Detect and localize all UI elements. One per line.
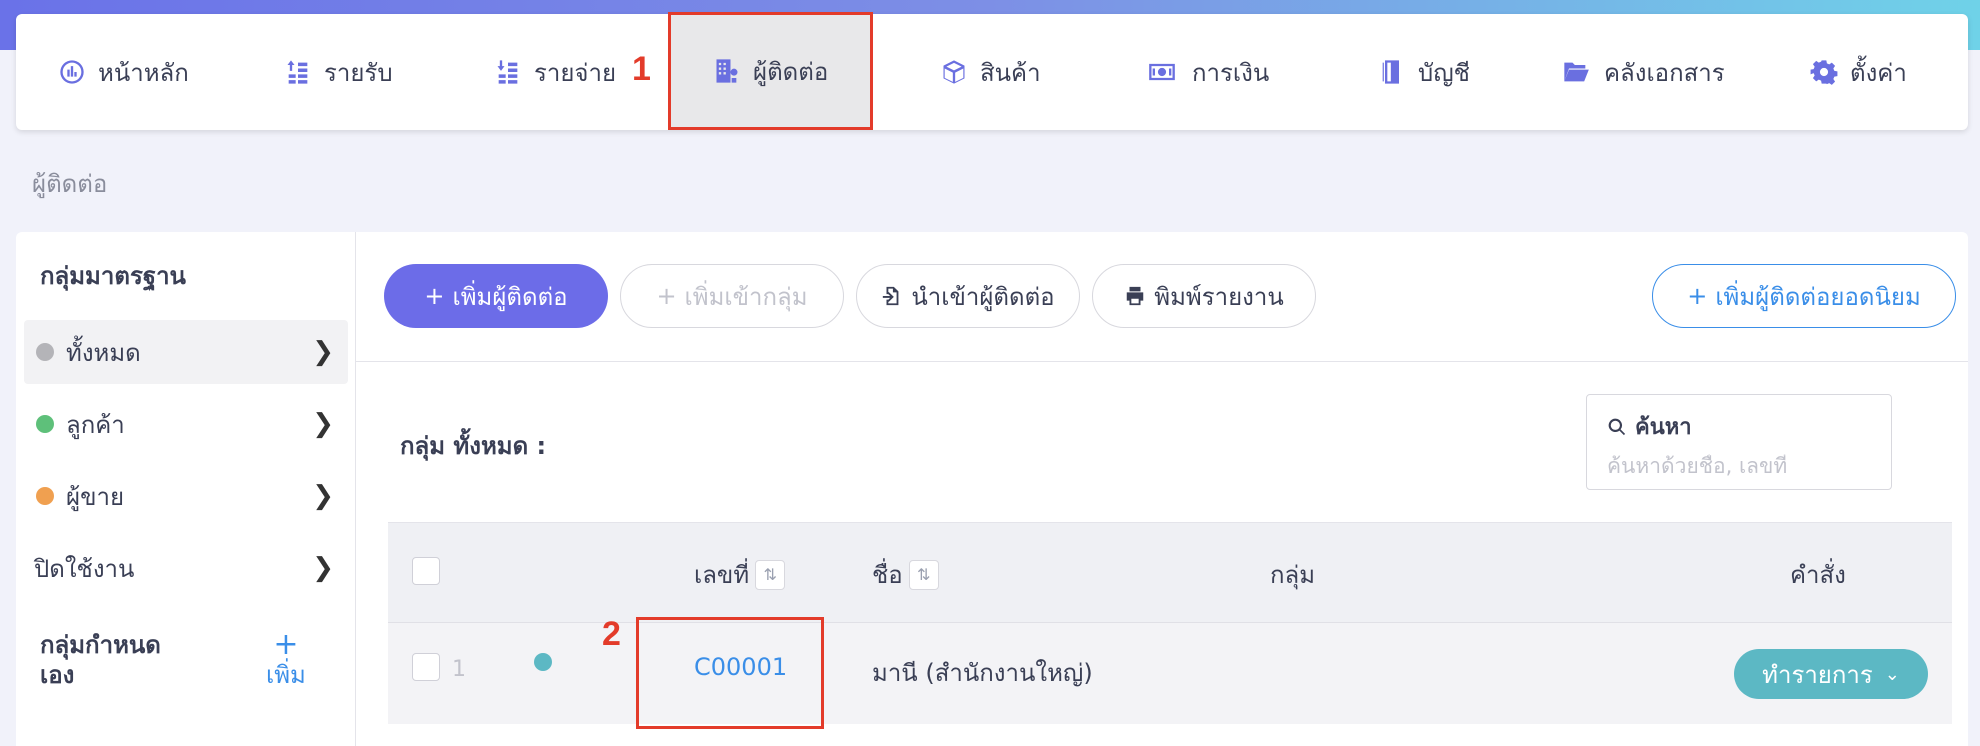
nav-label-expense: รายจ่าย (534, 58, 617, 87)
nav-item-documents[interactable]: คลังเอกสาร (1560, 14, 1725, 130)
column-command: คำสั่ง (1790, 555, 1846, 594)
printer-icon (1127, 286, 1144, 306)
annotation-step-1: 1 (632, 50, 651, 88)
chevron-right-icon: ❯ (312, 409, 334, 439)
income-icon (287, 60, 308, 84)
row-checkbox[interactable] (412, 653, 440, 681)
action-menu-button[interactable]: ทำรายการ ⌄ (1734, 649, 1928, 699)
sort-icon[interactable]: ⇅ (908, 559, 939, 590)
custom-groups-title-line2: เอง (40, 661, 75, 689)
search-input[interactable] (1607, 454, 1871, 478)
table-header: เลขที่ ⇅ ชื่อ ⇅ กลุ่ม คำสั่ง (388, 522, 1952, 622)
nav-label-products: สินค้า (980, 58, 1041, 87)
search-label: ค้นหา (1635, 415, 1692, 440)
chevron-right-icon: ❯ (312, 553, 334, 583)
chevron-right-icon: ❯ (312, 481, 334, 511)
add-group-label: เพิ่ม (266, 661, 306, 689)
nav-item-accounts[interactable]: บัญชี (1378, 14, 1470, 130)
chevron-down-icon: ⌄ (1884, 663, 1900, 685)
row-group-dot (534, 653, 552, 671)
nav-label-income: รายรับ (324, 58, 393, 87)
import-contacts-button[interactable]: นำเข้าผู้ติดต่อ (856, 264, 1080, 328)
ledger-icon (1382, 60, 1399, 84)
plus-icon: + (1687, 282, 1708, 310)
add-contact-label: เพิ่มผู้ติดต่อ (452, 282, 568, 311)
print-report-button[interactable]: พิมพ์รายงาน (1092, 264, 1316, 328)
nav-item-settings[interactable]: ตั้งค่า (1810, 14, 1907, 130)
nav-label-finance: การเงิน (1192, 58, 1270, 87)
action-label: ทำรายการ (1762, 660, 1873, 689)
column-command-label: คำสั่ง (1790, 561, 1846, 589)
select-all-checkbox[interactable] (412, 557, 440, 585)
nav-label-documents: คลังเอกสาร (1604, 58, 1725, 87)
gear-icon (1810, 60, 1838, 85)
nav-item-products[interactable]: สินค้า (940, 14, 1041, 130)
contact-code-link[interactable]: C00001 (694, 653, 787, 681)
column-group: กลุ่ม (1270, 555, 1315, 594)
nav-label-settings: ตั้งค่า (1850, 58, 1907, 87)
import-icon (883, 286, 899, 306)
search-label-row: ค้นหา (1607, 409, 1871, 444)
add-contact-button[interactable]: + เพิ่มผู้ติดต่อ (384, 264, 608, 328)
table-row[interactable]: 1 2 C00001 มานี (สำนักงานใหญ่) ทำรายการ … (388, 615, 1952, 729)
sort-icon[interactable]: ⇅ (755, 559, 786, 590)
nav-item-finance[interactable]: การเงิน (1144, 14, 1269, 130)
breadcrumb: ผู้ติดต่อ (32, 170, 108, 198)
nav-label-home: หน้าหลัก (98, 58, 189, 87)
row-index: 1 (452, 657, 466, 682)
column-number-label: เลขที่ (694, 561, 750, 589)
dashboard-icon (60, 60, 84, 84)
chevron-right-icon: ❯ (312, 337, 334, 367)
group-dot (36, 415, 54, 433)
annotation-step-2: 2 (602, 615, 621, 653)
nav-item-home[interactable]: หน้าหลัก (58, 14, 189, 130)
column-group-label: กลุ่ม (1270, 561, 1316, 589)
column-name[interactable]: ชื่อ ⇅ (872, 555, 939, 594)
sidebar-item-label: ลูกค้า (66, 410, 125, 439)
expense-icon (497, 60, 518, 84)
nav-item-contacts[interactable]: ผู้ติดต่อ (668, 12, 874, 130)
custom-groups-title-line1: กลุ่มกำหนด (40, 631, 161, 659)
group-dot (36, 487, 54, 505)
contact-name: มานี (สำนักงานใหญ่) (872, 659, 1093, 687)
print-report-label: พิมพ์รายงาน (1154, 282, 1284, 311)
money-icon (1149, 63, 1175, 81)
nav-item-expense[interactable]: รายจ่าย (494, 14, 616, 130)
plus-icon: + (656, 282, 677, 310)
sidebar-item-label: ผู้ขาย (66, 482, 125, 511)
nav-item-income[interactable]: รายรับ (284, 14, 393, 130)
custom-groups-title: กลุ่มกำหนด เอง (40, 630, 161, 690)
column-name-label: ชื่อ (872, 561, 903, 589)
sidebar-item-all[interactable]: ทั้งหมด ❯ (24, 320, 348, 384)
contacts-icon (716, 59, 738, 83)
group-heading: กลุ่ม ทั้งหมด : (400, 432, 547, 460)
box-icon (943, 60, 965, 84)
import-contacts-label: นำเข้าผู้ติดต่อ (911, 282, 1055, 311)
plus-icon: + (424, 282, 445, 310)
contacts-toolbar: + เพิ่มผู้ติดต่อ + เพิ่มเข้ากลุ่ม นำเข้า… (356, 232, 1968, 362)
add-to-group-button[interactable]: + เพิ่มเข้ากลุ่ม (620, 264, 844, 328)
nav-label-accounts: บัญชี (1418, 58, 1470, 87)
standard-groups-title: กลุ่มมาตรฐาน (40, 262, 186, 290)
search-icon (1608, 418, 1626, 435)
search-box: ค้นหา (1586, 394, 1892, 490)
sidebar-item-vendors[interactable]: ผู้ขาย ❯ (24, 464, 348, 528)
sidebar-item-disabled[interactable]: ปิดใช้งาน ❯ (24, 536, 348, 600)
column-number[interactable]: เลขที่ ⇅ (694, 555, 786, 594)
group-dot (36, 343, 54, 361)
main-nav: หน้าหลัก รายรับ รายจ่าย 1 ผู้ติดต่อ สินค… (16, 12, 1968, 130)
add-to-group-label: เพิ่มเข้ากลุ่ม (684, 282, 808, 311)
sidebar-item-label: ปิดใช้งาน (34, 554, 135, 583)
group-sidebar: กลุ่มมาตรฐาน ทั้งหมด ❯ ลูกค้า ❯ ผู้ขาย ❯… (16, 232, 356, 746)
add-popular-contact-button[interactable]: + เพิ่มผู้ติดต่อยอดนิยม (1652, 264, 1956, 328)
add-popular-contact-label: เพิ่มผู้ติดต่อยอดนิยม (1715, 282, 1921, 311)
nav-label-contacts: ผู้ติดต่อ (753, 57, 829, 86)
contacts-panel: กลุ่มมาตรฐาน ทั้งหมด ❯ ลูกค้า ❯ ผู้ขาย ❯… (16, 232, 1968, 746)
plus-icon: + (273, 627, 299, 662)
sidebar-item-label: ทั้งหมด (66, 338, 141, 367)
sidebar-item-customers[interactable]: ลูกค้า ❯ (24, 392, 348, 456)
add-custom-group-button[interactable]: + เพิ่ม (266, 630, 306, 690)
folder-icon (1564, 62, 1589, 82)
